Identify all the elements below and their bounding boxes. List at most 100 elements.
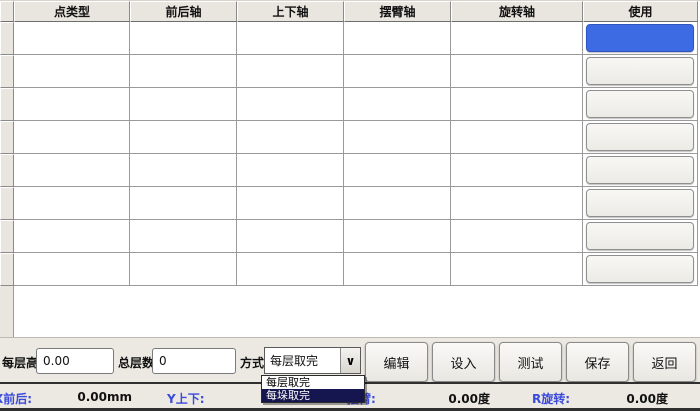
mode-dropdown-list: 每层取完每垛取完 — [261, 375, 365, 403]
use-toggle-button[interactable] — [586, 24, 694, 52]
status-label-x-front-back: X前后: — [0, 390, 32, 407]
row-number[interactable] — [0, 220, 14, 253]
swing-arm-value-cell — [344, 55, 451, 88]
row-number[interactable] — [0, 253, 14, 286]
rotation-value-cell — [451, 220, 583, 253]
up-down-value-cell — [237, 121, 344, 154]
front-back-value-cell — [130, 22, 237, 55]
table-row — [0, 88, 698, 121]
up-down-value-cell — [237, 154, 344, 187]
header-corner-cell — [0, 1, 14, 22]
swing-arm-value-cell — [344, 154, 451, 187]
status-value-x-front-back: 0.00mm — [60, 390, 132, 404]
status-value-r-rotation: 0.00度 — [598, 390, 668, 407]
swing-arm-value-cell — [344, 187, 451, 220]
front-back-value-cell — [130, 121, 237, 154]
dropdown-option[interactable]: 每垛取完 — [262, 389, 364, 402]
row-number[interactable] — [0, 121, 14, 154]
row-number[interactable] — [0, 88, 14, 121]
point-name-cell — [14, 22, 130, 55]
rotation-value-cell — [451, 88, 583, 121]
layer-height-input[interactable] — [36, 348, 114, 374]
point-name-cell — [14, 88, 130, 121]
front-back-value-cell — [130, 154, 237, 187]
table-row — [0, 22, 698, 55]
up-down-value-cell — [237, 55, 344, 88]
swing-arm-value-cell — [344, 88, 451, 121]
use-toggle-button[interactable] — [586, 189, 694, 217]
total-layers-input[interactable] — [152, 348, 236, 374]
rotation-value-cell — [451, 22, 583, 55]
use-toggle-button[interactable] — [586, 57, 694, 85]
up-down-value-cell — [237, 22, 344, 55]
pick-point-table: 点类型 前后轴 上下轴 摆臂轴 旋转轴 使用 — [0, 0, 700, 337]
row-number[interactable] — [0, 22, 14, 55]
use-cell — [583, 22, 698, 55]
use-cell — [583, 121, 698, 154]
row-number[interactable] — [0, 55, 14, 88]
up-down-value-cell — [237, 220, 344, 253]
point-name-cell — [14, 154, 130, 187]
column-header-use: 使用 — [583, 1, 698, 22]
chevron-down-icon[interactable]: ∨ — [340, 348, 360, 373]
point-name-cell — [14, 121, 130, 154]
rotation-value-cell — [451, 121, 583, 154]
save-button[interactable]: 保存 — [566, 342, 629, 382]
status-label-y-up-down: Y上下: — [167, 390, 205, 407]
status-label-r-rotation: R旋转: — [532, 390, 570, 407]
front-back-value-cell — [130, 187, 237, 220]
table-row — [0, 55, 698, 88]
rotation-value-cell — [451, 187, 583, 220]
use-toggle-button[interactable] — [586, 255, 694, 283]
dropdown-option[interactable]: 每层取完 — [262, 376, 364, 389]
row-number[interactable] — [0, 187, 14, 220]
column-header-front-back-axis: 前后轴 — [130, 1, 237, 22]
swing-arm-value-cell — [344, 121, 451, 154]
test-button[interactable]: 测试 — [499, 342, 562, 382]
table-row — [0, 253, 698, 286]
use-cell — [583, 187, 698, 220]
column-header-swing-arm-axis: 摆臂轴 — [344, 1, 451, 22]
use-toggle-button[interactable] — [586, 123, 694, 151]
column-header-up-down-axis: 上下轴 — [237, 1, 344, 22]
column-header-point-type: 点类型 — [14, 1, 130, 22]
swing-arm-value-cell — [344, 22, 451, 55]
row-header-strip — [0, 286, 14, 337]
table-row — [0, 154, 698, 187]
set-in-button[interactable]: 设入 — [432, 342, 495, 382]
table-row — [0, 220, 698, 253]
use-cell — [583, 88, 698, 121]
mode-label: 方式 — [240, 354, 264, 371]
rotation-value-cell — [451, 55, 583, 88]
status-value-swing-arm: 0.00度 — [420, 390, 490, 407]
edit-button[interactable]: 编辑 — [365, 342, 428, 382]
point-name-cell — [14, 187, 130, 220]
use-cell — [583, 55, 698, 88]
up-down-value-cell — [237, 88, 344, 121]
point-name-cell — [14, 220, 130, 253]
use-cell — [583, 220, 698, 253]
use-cell — [583, 253, 698, 286]
use-toggle-button[interactable] — [586, 222, 694, 250]
mode-dropdown-value: 每层取完 — [265, 348, 340, 373]
front-back-value-cell — [130, 88, 237, 121]
rotation-value-cell — [451, 154, 583, 187]
mode-dropdown[interactable]: 每层取完 ∨ — [264, 347, 361, 374]
table-header-row: 点类型 前后轴 上下轴 摆臂轴 旋转轴 使用 — [0, 1, 698, 22]
use-cell — [583, 154, 698, 187]
swing-arm-value-cell — [344, 253, 451, 286]
use-toggle-button[interactable] — [586, 90, 694, 118]
front-back-value-cell — [130, 220, 237, 253]
row-number[interactable] — [0, 154, 14, 187]
up-down-value-cell — [237, 187, 344, 220]
front-back-value-cell — [130, 253, 237, 286]
swing-arm-value-cell — [344, 220, 451, 253]
return-button[interactable]: 返回 — [633, 342, 696, 382]
use-toggle-button[interactable] — [586, 156, 694, 184]
table-body — [0, 22, 700, 286]
table-row — [0, 121, 698, 154]
point-name-cell — [14, 253, 130, 286]
total-layers-label: 总层数 — [118, 354, 154, 371]
rotation-value-cell — [451, 253, 583, 286]
layer-height-label: 每层高 — [2, 354, 38, 371]
